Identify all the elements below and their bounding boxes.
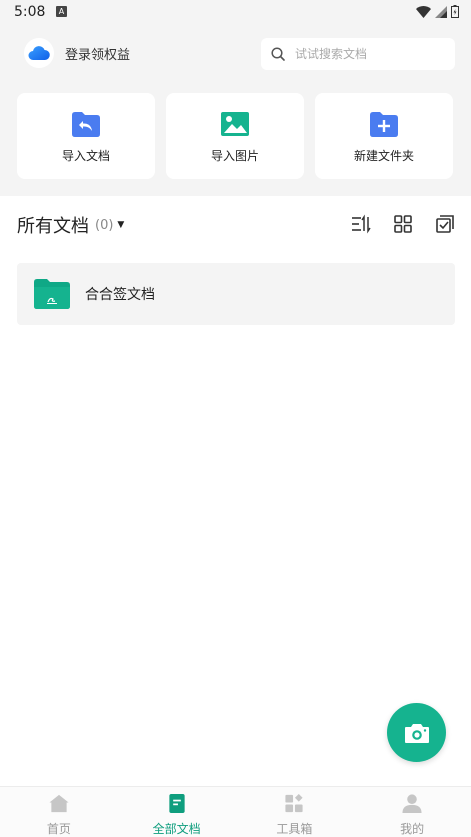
camera-icon (404, 723, 429, 743)
folder-icon (34, 279, 70, 309)
nav-profile[interactable]: 我的 (353, 787, 471, 837)
import-document-button[interactable]: 导入文档 (17, 93, 155, 179)
nav-toolbox-label: 工具箱 (276, 822, 313, 836)
import-doc-icon (72, 111, 100, 137)
bottom-nav: 首页 全部文档 工具箱 我的 (0, 786, 471, 837)
status-icons (416, 5, 459, 18)
new-folder-label: 新建文件夹 (353, 148, 414, 163)
wifi-icon (416, 5, 431, 18)
sort-icon[interactable] (351, 214, 371, 234)
search-bar[interactable] (261, 38, 455, 70)
login-label: 登录领权益 (65, 47, 131, 63)
docs-header: 所有文档 (0) ▼ (17, 210, 455, 240)
docs-count: (0) (95, 217, 114, 233)
camera-scan-button[interactable] (387, 703, 446, 762)
new-folder-button[interactable]: 新建文件夹 (315, 93, 453, 179)
import-image-icon (221, 111, 249, 136)
cloud-logo-icon (24, 38, 54, 68)
nav-toolbox[interactable]: 工具箱 (236, 787, 354, 837)
new-folder-icon (370, 111, 398, 137)
search-input[interactable] (295, 47, 445, 61)
nav-home[interactable]: 首页 (0, 787, 118, 837)
import-image-label: 导入图片 (210, 148, 259, 163)
quick-actions: 导入文档 导入图片 新建文件夹 (17, 93, 453, 179)
docs-title[interactable]: 所有文档 (17, 212, 89, 238)
notification-a-icon: A (56, 6, 67, 17)
folder-name: 合合签文档 (85, 287, 155, 303)
home-icon (49, 794, 69, 813)
search-icon (271, 47, 285, 61)
profile-icon (402, 794, 422, 814)
document-icon (168, 793, 185, 814)
nav-all-documents-label: 全部文档 (152, 822, 201, 836)
toolbox-icon (285, 793, 303, 813)
nav-profile-label: 我的 (400, 822, 425, 836)
import-document-label: 导入文档 (61, 148, 110, 163)
folder-item[interactable]: 合合签文档 (17, 263, 455, 325)
status-bar: 5:08 A (0, 0, 471, 26)
docs-toolbar (351, 214, 455, 234)
multi-select-icon[interactable] (435, 214, 455, 234)
grid-view-icon[interactable] (393, 214, 413, 234)
chevron-down-icon[interactable]: ▼ (117, 220, 124, 230)
import-image-button[interactable]: 导入图片 (166, 93, 304, 179)
nav-all-documents[interactable]: 全部文档 (118, 787, 236, 837)
login-entry[interactable]: 登录领权益 (24, 38, 130, 68)
nav-home-label: 首页 (46, 822, 71, 836)
signal-icon (435, 5, 447, 18)
status-time: 5:08 (14, 4, 46, 20)
battery-icon (451, 5, 459, 18)
